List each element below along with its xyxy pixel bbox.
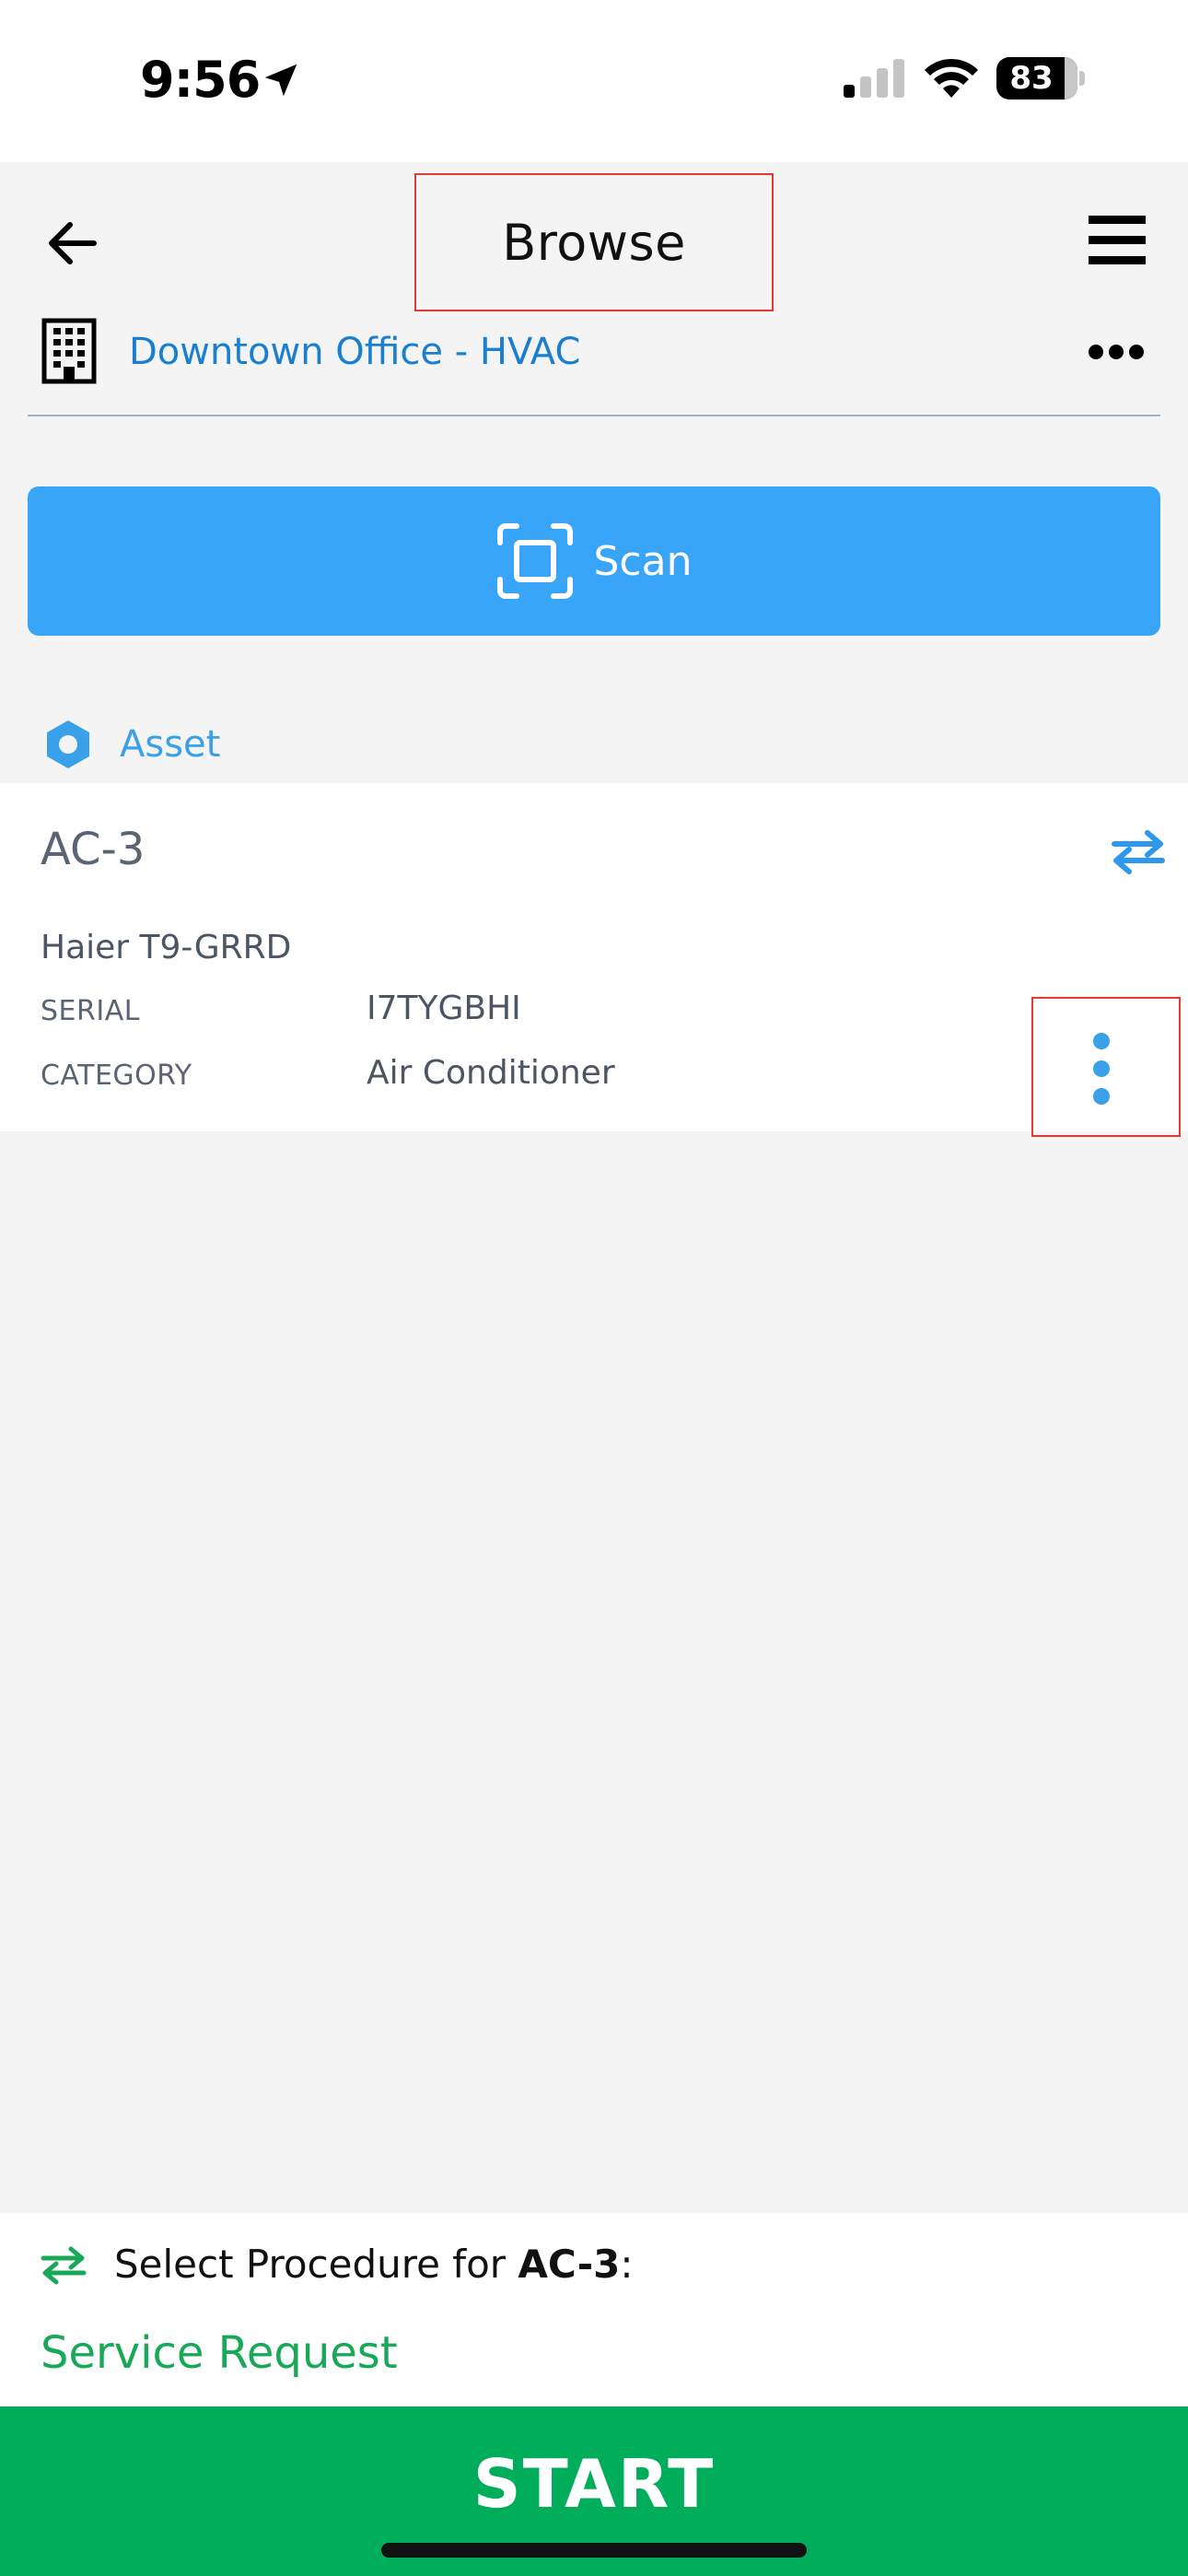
more-horizontal-icon[interactable] [1087,341,1146,363]
wifi-icon [925,58,978,98]
category-label: CATEGORY [41,1060,192,1092]
asset-name: AC-3 [41,824,146,875]
scan-button[interactable]: Scan [28,486,1160,636]
battery-empty-portion [1065,57,1077,100]
swap-arrows-icon[interactable] [1111,829,1166,875]
page-title-box: Browse [414,173,774,311]
asset-card[interactable]: AC-3 Haier T9-GRRD SERIAL I7TYGBHI CATEG… [0,783,1188,1137]
header-divider [28,415,1160,416]
start-button-label: START [472,2445,716,2523]
battery-level: 83 [1009,60,1054,97]
scan-button-label: Scan [593,537,693,585]
more-vertical-icon [1093,1033,1110,1105]
asset-model: Haier T9-GRRD [41,929,292,966]
procedure-swap-icon [41,2246,87,2285]
scan-frame-icon [496,523,573,599]
procedure-prompt: Select Procedure for AC-3: [114,2237,634,2292]
status-bar: 9:56 83 [0,0,1188,162]
location-arrow-icon [264,64,297,97]
asset-section-label: Asset [120,723,221,766]
procedure-asset-name: AC-3 [518,2242,621,2287]
status-time: 9:56 [140,51,261,109]
battery-indicator: 83 [996,57,1085,100]
back-arrow-icon[interactable] [41,210,107,276]
hamburger-menu-icon[interactable] [1087,210,1147,271]
header: Browse Downtown Office - HVAC [0,162,1188,420]
battery-body: 83 [996,57,1077,100]
home-indicator [381,2543,807,2558]
serial-label: SERIAL [41,995,140,1027]
serial-value: I7TYGBHI [367,989,521,1027]
procedure-panel: Select Procedure for AC-3: Service Reque… [0,2213,1188,2406]
page-title: Browse [502,213,686,272]
battery-tip [1079,71,1085,86]
asset-options-button[interactable] [1031,997,1181,1137]
location-name-link[interactable]: Downtown Office - HVAC [129,326,580,378]
procedure-prompt-suffix: : [620,2242,634,2287]
hexagon-asset-icon [47,720,89,768]
building-icon [41,318,97,384]
procedure-option-service-request[interactable]: Service Request [41,2327,398,2379]
procedure-prompt-prefix: Select Procedure for [114,2242,518,2287]
category-value: Air Conditioner [367,1054,615,1092]
cellular-signal-icon [844,59,904,98]
